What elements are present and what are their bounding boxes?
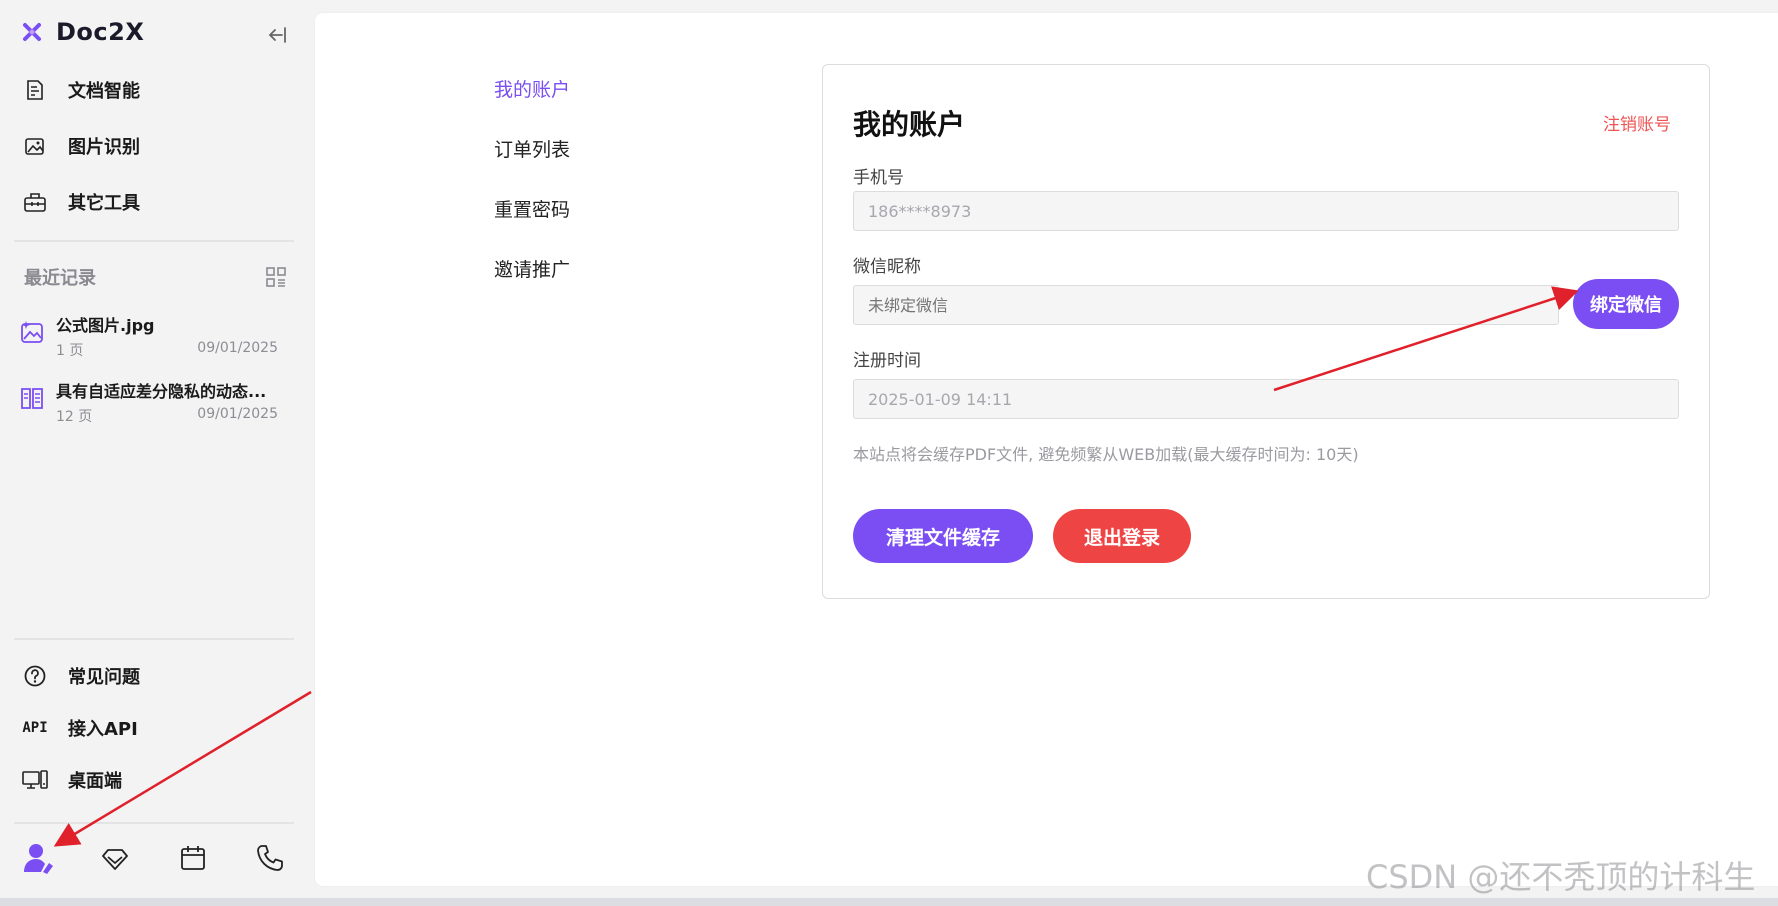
recent-header: 最近记录 bbox=[24, 264, 288, 290]
submenu-item-reset-password[interactable]: 重置密码 bbox=[494, 178, 570, 238]
recent-item[interactable]: 公式图片.jpg 1 页 09/01/2025 bbox=[18, 306, 282, 372]
nav-item-other-tools[interactable]: 其它工具 bbox=[20, 174, 290, 230]
recent-title: 最近记录 bbox=[24, 268, 96, 289]
submenu-item-my-account[interactable]: 我的账户 bbox=[494, 58, 570, 118]
brand-name: Doc2X bbox=[56, 18, 145, 46]
taskbar-strip bbox=[0, 898, 1778, 906]
phone-icon bbox=[257, 845, 283, 871]
dock bbox=[14, 838, 294, 878]
recent-list: 公式图片.jpg 1 页 09/01/2025 具有自适应差分隐私的动态... … bbox=[18, 306, 282, 438]
image-scan-icon bbox=[20, 131, 50, 161]
dock-calendar-button[interactable] bbox=[173, 838, 213, 878]
document-icon bbox=[20, 75, 50, 105]
nav-item-api[interactable]: API 接入API bbox=[20, 702, 290, 754]
logout-button[interactable]: 退出登录 bbox=[1053, 509, 1191, 563]
wechat-nickname-field bbox=[853, 285, 1559, 325]
recent-item-name: 公式图片.jpg bbox=[56, 316, 155, 335]
doc2x-logo-icon bbox=[23, 23, 41, 41]
dock-account-button[interactable] bbox=[18, 838, 58, 878]
submenu-item-invite[interactable]: 邀请推广 bbox=[494, 238, 570, 298]
registered-time-field bbox=[853, 379, 1679, 419]
account-submenu: 我的账户 订单列表 重置密码 邀请推广 bbox=[494, 58, 570, 298]
recent-item[interactable]: 具有自适应差分隐私的动态... 12 页 09/01/2025 bbox=[18, 372, 282, 438]
desktop-icon bbox=[20, 765, 50, 795]
book-icon bbox=[21, 388, 43, 409]
user-icon bbox=[24, 844, 53, 874]
nav-item-label: 图片识别 bbox=[68, 137, 140, 158]
nav-item-label: 其它工具 bbox=[68, 193, 140, 214]
bottom-nav: 常见问题 API 接入API 桌面端 bbox=[20, 650, 290, 806]
phone-field bbox=[853, 191, 1679, 231]
dock-contact-button[interactable] bbox=[250, 838, 290, 878]
nav-item-label: 常见问题 bbox=[68, 667, 140, 688]
cache-note: 本站点将会缓存PDF文件, 避免频繁从WEB加载(最大缓存时间为: 10天) bbox=[853, 445, 1359, 464]
cancel-account-link[interactable]: 注销账号 bbox=[1603, 110, 1671, 135]
help-circle-icon bbox=[20, 661, 50, 691]
sidebar-divider bbox=[14, 240, 294, 242]
clear-cache-button[interactable]: 清理文件缓存 bbox=[853, 509, 1033, 563]
nav-item-image-recognition[interactable]: 图片识别 bbox=[20, 118, 290, 174]
recent-item-date: 09/01/2025 bbox=[197, 340, 278, 356]
recent-item-pages: 12 页 bbox=[56, 409, 93, 425]
diamond-icon bbox=[102, 849, 129, 870]
nav-item-document[interactable]: 文档智能 bbox=[20, 62, 290, 118]
account-title: 我的账户 bbox=[853, 108, 966, 141]
collapse-sidebar-button[interactable] bbox=[264, 22, 290, 48]
grid-view-icon[interactable] bbox=[264, 265, 288, 289]
image-file-icon bbox=[21, 321, 43, 343]
recent-item-date: 09/01/2025 bbox=[197, 406, 278, 422]
watermark: CSDN @还不秃顶的计科生 bbox=[1366, 858, 1756, 896]
nav-item-desktop[interactable]: 桌面端 bbox=[20, 754, 290, 806]
account-card: 我的账户 注销账号 手机号 微信昵称 绑定微信 注册时间 本站点将会缓存PDF文… bbox=[822, 64, 1710, 599]
api-icon: API bbox=[22, 720, 48, 736]
sidebar: Doc2X 文档智能 图片识别 其它工具 最近记录 公式图片.jpg 1 页 0… bbox=[0, 0, 313, 906]
sidebar-divider bbox=[14, 638, 294, 640]
wechat-label: 微信昵称 bbox=[853, 257, 921, 277]
main-nav: 文档智能 图片识别 其它工具 bbox=[20, 62, 290, 230]
phone-label: 手机号 bbox=[853, 168, 904, 188]
toolbox-icon bbox=[20, 187, 50, 217]
recent-item-name: 具有自适应差分隐私的动态... bbox=[56, 382, 267, 401]
collapse-left-icon bbox=[268, 27, 286, 43]
nav-item-label: 接入API bbox=[68, 719, 138, 740]
bind-wechat-button[interactable]: 绑定微信 bbox=[1573, 279, 1679, 329]
dock-membership-button[interactable] bbox=[95, 838, 135, 878]
calendar-icon bbox=[180, 846, 205, 870]
nav-item-faq[interactable]: 常见问题 bbox=[20, 650, 290, 702]
nav-item-label: 文档智能 bbox=[68, 81, 140, 102]
submenu-item-orders[interactable]: 订单列表 bbox=[494, 118, 570, 178]
sidebar-divider bbox=[14, 822, 294, 824]
brand[interactable]: Doc2X bbox=[20, 18, 144, 46]
recent-item-pages: 1 页 bbox=[56, 343, 84, 359]
nav-item-label: 桌面端 bbox=[68, 771, 122, 792]
registered-label: 注册时间 bbox=[853, 351, 921, 371]
